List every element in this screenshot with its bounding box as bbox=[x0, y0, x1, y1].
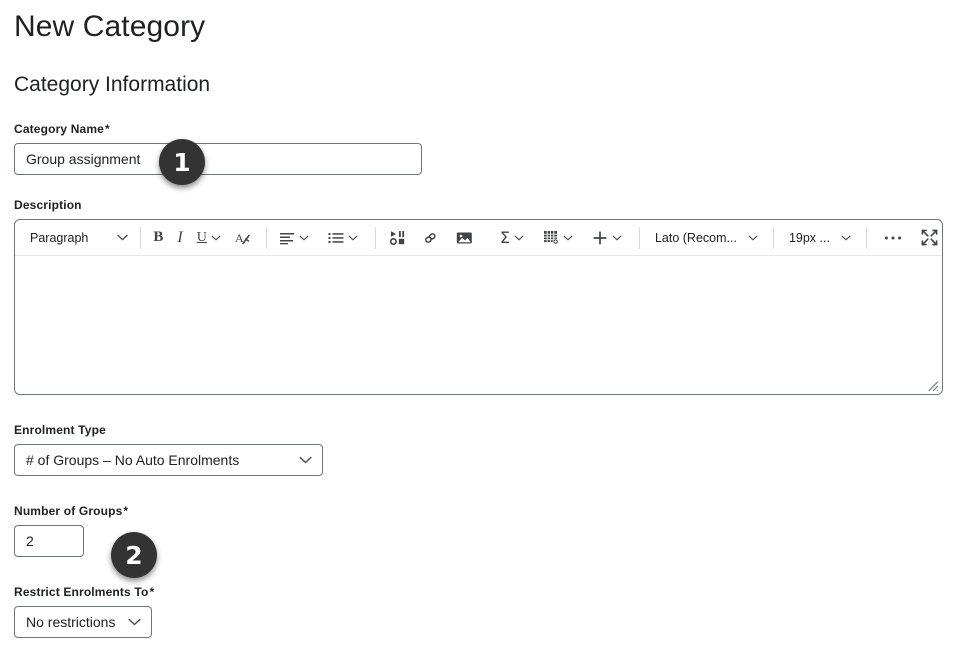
category-name-label: Category Name* bbox=[14, 121, 943, 137]
link-icon bbox=[422, 230, 439, 246]
callout-badge-2: 2 bbox=[111, 532, 157, 578]
enrolment-type-select[interactable]: # of Groups – No Auto Enrolments bbox=[14, 444, 323, 476]
image-icon bbox=[456, 231, 473, 245]
toolbar-divider bbox=[265, 226, 267, 249]
resize-handle-icon[interactable] bbox=[925, 378, 939, 392]
align-left-icon bbox=[279, 231, 295, 245]
restrict-enrolments-label-text: Restrict Enrolments To bbox=[14, 585, 149, 599]
table-dropdown[interactable] bbox=[538, 225, 578, 251]
enrolment-type-select-wrap: # of Groups – No Auto Enrolments bbox=[14, 444, 323, 476]
table-icon bbox=[543, 230, 559, 245]
toolbar-divider bbox=[865, 226, 867, 249]
chevron-down-icon bbox=[117, 234, 129, 241]
enrolment-type-label: Enrolment Type bbox=[14, 423, 106, 437]
insert-link-button[interactable] bbox=[413, 225, 448, 251]
required-asterisk: * bbox=[104, 122, 110, 136]
editor-content-area[interactable] bbox=[15, 256, 942, 394]
chevron-down-icon bbox=[748, 235, 758, 241]
paragraph-style-label: Paragraph bbox=[30, 230, 89, 245]
font-size-label: 19px ... bbox=[788, 230, 830, 245]
ellipsis-icon bbox=[884, 235, 902, 241]
chevron-down-icon bbox=[348, 235, 358, 241]
insert-stuff-button[interactable] bbox=[383, 225, 413, 251]
font-size-dropdown[interactable]: 19px ... bbox=[781, 225, 859, 251]
insert-image-button[interactable] bbox=[448, 225, 481, 251]
italic-button[interactable]: I bbox=[168, 225, 191, 251]
insert-more-dropdown[interactable] bbox=[587, 225, 627, 251]
chevron-down-icon bbox=[514, 235, 524, 241]
bold-button[interactable]: B bbox=[148, 225, 168, 251]
toolbar-divider bbox=[140, 226, 142, 249]
underline-icon: U bbox=[196, 229, 207, 245]
category-name-input[interactable] bbox=[14, 143, 422, 175]
toolbar-divider bbox=[772, 226, 774, 249]
clear-formatting-icon: A bbox=[234, 230, 251, 246]
callout-badge-1: 1 bbox=[159, 139, 205, 185]
editor-toolbar: Paragraph B I U A Σ Lato (Recom... 19px … bbox=[15, 220, 942, 256]
html-editor: Paragraph B I U A Σ Lato (Recom... 19px … bbox=[14, 219, 943, 395]
required-asterisk: * bbox=[123, 504, 129, 518]
number-of-groups-label-text: Number of Groups bbox=[14, 504, 123, 518]
fullscreen-icon bbox=[921, 229, 938, 246]
toolbar-divider bbox=[638, 226, 640, 249]
sigma-icon: Σ bbox=[499, 227, 510, 247]
chevron-down-icon bbox=[563, 235, 573, 241]
restrict-enrolments-select-wrap: No restrictions bbox=[14, 606, 152, 638]
fullscreen-button[interactable] bbox=[912, 225, 942, 251]
description-field: Description Paragraph B I U A Σ Lato (Re… bbox=[14, 197, 943, 395]
more-options-button[interactable] bbox=[874, 225, 912, 251]
restrict-enrolments-label: Restrict Enrolments To* bbox=[14, 584, 943, 600]
description-label: Description bbox=[14, 198, 82, 212]
required-asterisk: * bbox=[149, 585, 155, 599]
plus-icon bbox=[592, 230, 608, 246]
category-name-label-text: Category Name bbox=[14, 122, 104, 136]
list-dropdown[interactable] bbox=[323, 225, 363, 251]
clear-formatting-button[interactable]: A bbox=[226, 225, 259, 251]
toolbar-divider bbox=[374, 226, 376, 249]
number-of-groups-label: Number of Groups* bbox=[14, 503, 943, 519]
restrict-enrolments-select[interactable]: No restrictions bbox=[14, 606, 152, 638]
new-category-page: New Category Category Information Catego… bbox=[0, 0, 957, 668]
bulleted-list-icon bbox=[328, 231, 344, 245]
underline-dropdown[interactable]: U bbox=[192, 225, 226, 251]
section-title: Category Information bbox=[14, 73, 211, 96]
paragraph-style-dropdown[interactable]: Paragraph bbox=[25, 225, 133, 251]
number-of-groups-input[interactable] bbox=[14, 525, 84, 557]
chevron-down-icon bbox=[299, 235, 309, 241]
align-dropdown[interactable] bbox=[274, 225, 314, 251]
enrolment-type-field: Enrolment Type # of Groups – No Auto Enr… bbox=[14, 422, 943, 476]
insert-stuff-icon bbox=[389, 230, 406, 245]
equation-dropdown[interactable]: Σ bbox=[495, 225, 529, 251]
font-family-label: Lato (Recom... bbox=[654, 230, 737, 245]
italic-icon: I bbox=[177, 228, 183, 246]
category-name-field: Category Name* bbox=[14, 121, 943, 175]
bold-icon: B bbox=[153, 229, 164, 245]
chevron-down-icon bbox=[211, 235, 221, 241]
chevron-down-icon bbox=[612, 235, 622, 241]
font-family-dropdown[interactable]: Lato (Recom... bbox=[647, 225, 766, 251]
restrict-enrolments-field: Restrict Enrolments To* No restrictions bbox=[14, 584, 943, 638]
page-title: New Category bbox=[14, 10, 206, 43]
chevron-down-icon bbox=[841, 235, 851, 241]
